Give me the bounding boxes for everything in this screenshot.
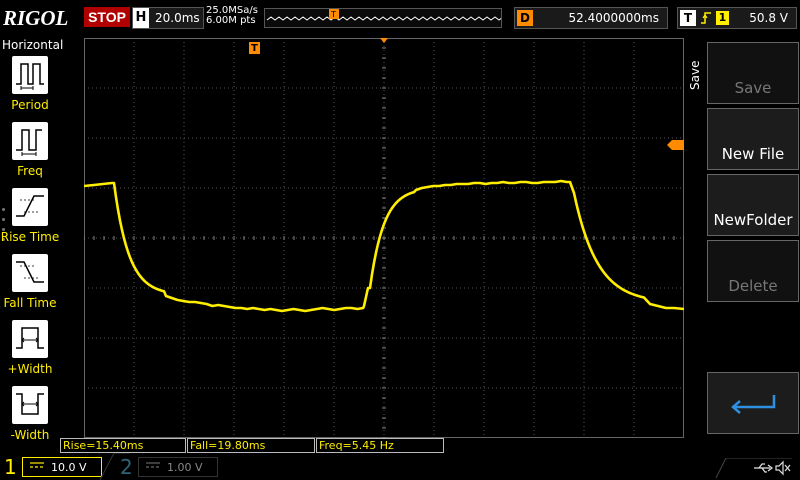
new-file-button[interactable]: New File xyxy=(707,108,799,170)
menu-title-text: Save xyxy=(688,60,702,90)
memory-waveform-preview: T xyxy=(266,9,501,21)
button-label: New File xyxy=(721,145,785,163)
memory-depth: 6.00M pts xyxy=(206,15,256,26)
trigger-level: 50.8 V xyxy=(749,11,788,25)
save-button[interactable]: Save xyxy=(707,42,799,104)
fall-time-readout[interactable]: Fall=19.80ms xyxy=(187,438,315,453)
brand-text: RIGOL xyxy=(3,6,68,30)
back-button[interactable] xyxy=(707,372,799,434)
measure-label: Fall Time xyxy=(3,296,57,310)
horizontal-scale-value: 20.0ms xyxy=(155,11,200,25)
period-icon xyxy=(12,56,48,94)
memory-overview-bar[interactable]: T xyxy=(264,8,502,28)
frequency-icon xyxy=(12,122,48,160)
measurement-panel: Horizontal Period Freq Rise Time Fall Ti… xyxy=(0,38,64,450)
rise-time-readout[interactable]: Rise=15.40ms xyxy=(60,438,186,453)
ch2-status[interactable]: 2 1.00 V xyxy=(112,453,222,480)
ch1-number: 1 xyxy=(4,455,17,479)
delay-label: D xyxy=(517,10,533,26)
horizontal-scale-box[interactable]: H 20.0ms xyxy=(132,7,204,29)
button-label: Save xyxy=(734,79,772,97)
channel-status-bar: 1 10.0 V 2 1.00 V xyxy=(0,453,800,480)
measure-positive-width-button[interactable]: +Width xyxy=(0,320,60,384)
ch2-number: 2 xyxy=(120,455,133,479)
button-label: NewFolder xyxy=(713,211,793,229)
measure-rise-time-button[interactable]: Rise Time xyxy=(0,188,60,252)
delete-button[interactable]: Delete xyxy=(707,240,799,302)
negative-width-icon xyxy=(12,386,48,424)
ch1-status[interactable]: 1 10.0 V xyxy=(0,453,110,480)
measure-label: +Width xyxy=(7,362,53,376)
new-folder-button[interactable]: NewFolder xyxy=(707,174,799,236)
ch1-scale-box: 10.0 V xyxy=(22,457,102,477)
measure-fall-time-button[interactable]: Fall Time xyxy=(0,254,60,318)
memory-trigger-label: T xyxy=(330,10,336,19)
positive-width-icon xyxy=(12,320,48,358)
fall-time-icon xyxy=(12,254,48,292)
bottom-status-icons xyxy=(712,457,792,479)
button-label: Delete xyxy=(728,277,778,295)
trigger-source: 1 xyxy=(716,11,729,25)
horizontal-label: H xyxy=(133,8,149,28)
measure-period-button[interactable]: Period xyxy=(0,56,60,120)
trigger-position-marker: T xyxy=(249,42,260,54)
measure-negative-width-button[interactable]: -Width xyxy=(0,386,60,450)
rising-edge-icon xyxy=(700,10,712,30)
dc-coupling-icon xyxy=(145,460,161,473)
trigger-label: T xyxy=(680,10,696,26)
panel-title: Horizontal xyxy=(2,38,64,52)
ch2-scale-box: 1.00 V xyxy=(138,457,218,477)
top-status-bar: RIGOL STOP H 20.0ms 25.0MSa/s 6.00M pts … xyxy=(0,0,800,38)
save-softkey-menu: Save Save New File NewFolder Delete xyxy=(685,38,800,450)
trigger-position-label: T xyxy=(251,43,258,54)
dc-coupling-icon xyxy=(29,460,45,473)
trigger-box[interactable]: T 1 50.8 V xyxy=(677,7,797,29)
back-arrow-icon xyxy=(731,395,776,414)
measure-label: -Width xyxy=(10,428,50,442)
frequency-readout[interactable]: Freq=5.45 Hz xyxy=(316,438,444,453)
delay-value: 52.4000000ms xyxy=(568,11,659,25)
run-stop-indicator[interactable]: STOP xyxy=(84,7,130,27)
sound-muted-icon xyxy=(775,460,791,476)
delay-box[interactable]: D 52.4000000ms xyxy=(514,7,668,29)
rigol-logo: RIGOL xyxy=(3,6,68,30)
rise-time-icon xyxy=(12,188,48,226)
menu-title: Save xyxy=(685,38,705,98)
waveform-display[interactable]: T 1 xyxy=(84,38,684,438)
ch2-scale: 1.00 V xyxy=(167,461,203,474)
acquisition-info: 25.0MSa/s 6.00M pts xyxy=(206,6,258,26)
measure-label: Rise Time xyxy=(0,230,60,244)
measure-label: Period xyxy=(11,98,49,112)
ch1-scale: 10.0 V xyxy=(51,461,87,474)
measure-frequency-button[interactable]: Freq xyxy=(0,122,60,186)
measure-label: Freq xyxy=(17,164,43,178)
usb-icon xyxy=(754,463,774,473)
